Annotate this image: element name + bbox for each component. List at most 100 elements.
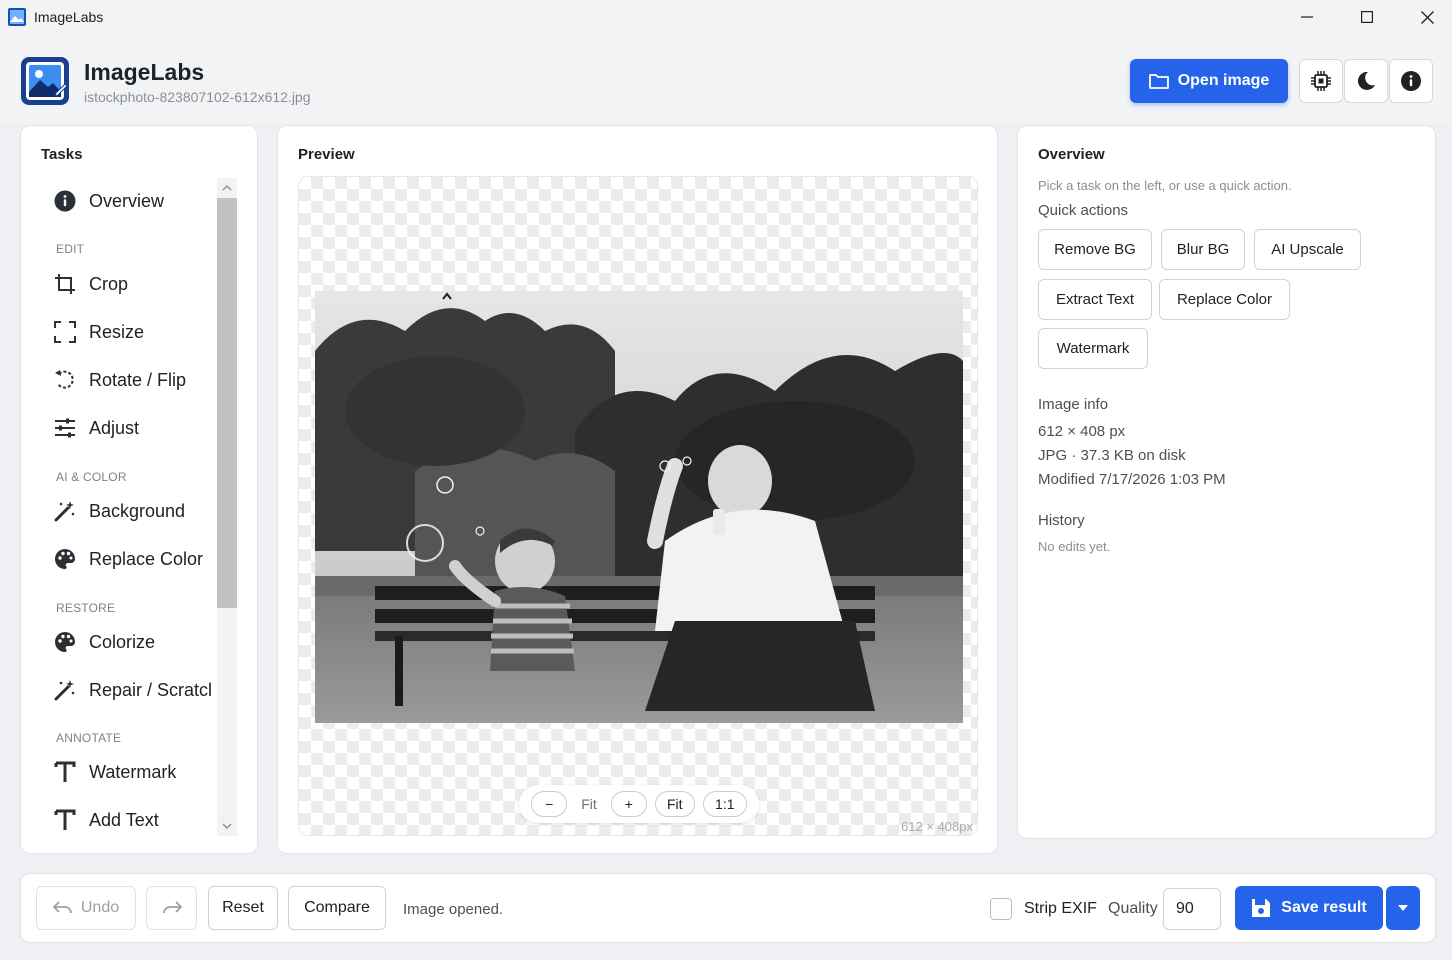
close-button[interactable] [1398, 0, 1452, 34]
image-info-label: Image info [1038, 396, 1109, 413]
image-modified: Modified 7/17/2026 1:03 PM [1038, 471, 1226, 488]
scroll-up-icon[interactable] [221, 182, 233, 194]
preview-title: Preview [298, 146, 355, 163]
strip-exif-checkbox[interactable] [990, 898, 1012, 920]
minimize-icon [1301, 16, 1313, 18]
folder-icon [1148, 74, 1169, 89]
task-label: Crop [89, 273, 129, 294]
fit-button[interactable]: Fit [654, 791, 695, 817]
text-icon [54, 809, 76, 830]
reset-button[interactable]: Reset [208, 886, 278, 930]
cpu-icon [1311, 71, 1331, 91]
task-label: Overview [89, 190, 165, 211]
task-crop[interactable]: Crop [53, 269, 128, 299]
preview-panel: Preview − Fit + Fit 1:1 612 × 408px [277, 125, 998, 854]
undo-icon [52, 901, 72, 914]
save-options-button[interactable] [1386, 886, 1420, 930]
image-size: 612 × 408 px [1038, 423, 1126, 440]
quality-input[interactable]: 90 [1163, 888, 1221, 930]
strip-exif-label[interactable]: Strip EXIF [1024, 900, 1097, 918]
task-label: Background [89, 500, 186, 521]
task-rotate-flip[interactable]: Rotate / Flip [53, 365, 186, 395]
task-background[interactable]: Background [53, 496, 185, 526]
remove-bg-button[interactable]: Remove BG [1038, 229, 1152, 270]
zoom-out-button[interactable]: − [531, 791, 568, 817]
title-bar: ImageLabs [0, 0, 1452, 34]
overview-hint: Pick a task on the left, or use a quick … [1038, 178, 1292, 193]
save-result-button[interactable]: Save result [1235, 886, 1383, 930]
quality-label: Quality [1108, 900, 1158, 917]
watermark-button[interactable]: Watermark [1038, 328, 1148, 369]
history-label: History [1038, 512, 1085, 529]
save-icon [1252, 899, 1271, 917]
app-logo [21, 57, 69, 105]
actual-size-button[interactable]: 1:1 [702, 791, 747, 817]
minimize-button[interactable] [1278, 0, 1336, 34]
tasks-title: Tasks [41, 146, 83, 163]
open-image-label: Open image [1177, 72, 1270, 89]
zoom-controls: − Fit + Fit 1:1 [519, 785, 759, 823]
section-label-restore: RESTORE [56, 601, 116, 615]
dark-mode-button[interactable] [1344, 59, 1388, 103]
task-replace-color[interactable]: Replace Color [53, 544, 203, 574]
task-label: Watermark [89, 761, 177, 782]
task-label: Colorize [89, 631, 156, 652]
close-icon [1420, 10, 1434, 24]
undo-button[interactable]: Undo [36, 886, 136, 930]
section-label-ai-color: AI & COLOR [56, 470, 127, 484]
maximize-button[interactable] [1338, 0, 1396, 34]
task-colorize[interactable]: Colorize [53, 627, 155, 657]
task-label: Replace Color [89, 548, 204, 569]
replace-color-button[interactable]: Replace Color [1159, 279, 1290, 320]
redo-button[interactable] [146, 886, 197, 930]
save-result-label: Save result [1281, 899, 1367, 916]
file-name: istockphoto-823807102-612x612.jpg [84, 89, 311, 105]
extract-text-button[interactable]: Extract Text [1038, 279, 1152, 320]
overview-title: Overview [1038, 146, 1105, 163]
app-header: ImageLabs istockphoto-823807102-612x612.… [0, 34, 1452, 124]
blur-bg-button[interactable]: Blur BG [1161, 229, 1245, 270]
task-adjust[interactable]: Adjust [53, 413, 139, 443]
open-image-button[interactable]: Open image [1130, 59, 1288, 103]
tasks-panel: Tasks Overview EDIT Crop Resize Rotate /… [20, 125, 258, 854]
status-message: Image opened. [403, 901, 504, 918]
chevron-down-icon [1398, 905, 1408, 911]
magic-wand-icon [54, 680, 75, 701]
task-list-scrollbar[interactable] [217, 178, 237, 836]
image-dimensions: 612 × 408px [901, 819, 973, 834]
task-label: Adjust [89, 417, 140, 438]
performance-button[interactable] [1299, 59, 1343, 103]
zoom-in-button[interactable]: + [610, 791, 647, 817]
crop-icon [55, 274, 75, 294]
action-bar: Undo Reset Compare Image opened. Strip E… [20, 873, 1436, 943]
quick-actions-label: Quick actions [1038, 202, 1129, 219]
about-button[interactable] [1389, 59, 1433, 103]
app-name: ImageLabs [84, 59, 205, 85]
task-overview[interactable]: Overview [53, 186, 164, 216]
task-list: Overview EDIT Crop Resize Rotate / Flip … [21, 178, 217, 836]
task-repair-scratch[interactable]: Repair / Scratcl [53, 675, 212, 705]
preview-image [315, 291, 963, 723]
resize-icon [54, 321, 76, 343]
undo-label: Undo [80, 899, 120, 916]
zoom-level: Fit [581, 796, 597, 812]
task-watermark[interactable]: Watermark [53, 757, 176, 787]
ai-upscale-button[interactable]: AI Upscale [1254, 229, 1361, 270]
info-icon [54, 190, 76, 212]
task-resize[interactable]: Resize [53, 317, 144, 347]
task-label: Add Text [89, 809, 159, 830]
palette-icon [55, 632, 75, 652]
task-add-text[interactable]: Add Text [53, 805, 159, 835]
scrollbar-thumb[interactable] [217, 198, 237, 608]
info-icon [1401, 71, 1421, 91]
window-title: ImageLabs [34, 9, 104, 25]
section-label-annotate: ANNOTATE [56, 731, 122, 745]
task-label: Rotate / Flip [89, 369, 187, 390]
scroll-down-icon[interactable] [221, 820, 233, 832]
magic-wand-icon [54, 501, 75, 522]
task-label: Repair / Scratcl [89, 679, 213, 700]
rotate-icon [55, 370, 74, 389]
preview-canvas[interactable]: − Fit + Fit 1:1 612 × 408px [298, 176, 978, 836]
palette-icon [55, 549, 75, 569]
compare-button[interactable]: Compare [288, 886, 386, 930]
